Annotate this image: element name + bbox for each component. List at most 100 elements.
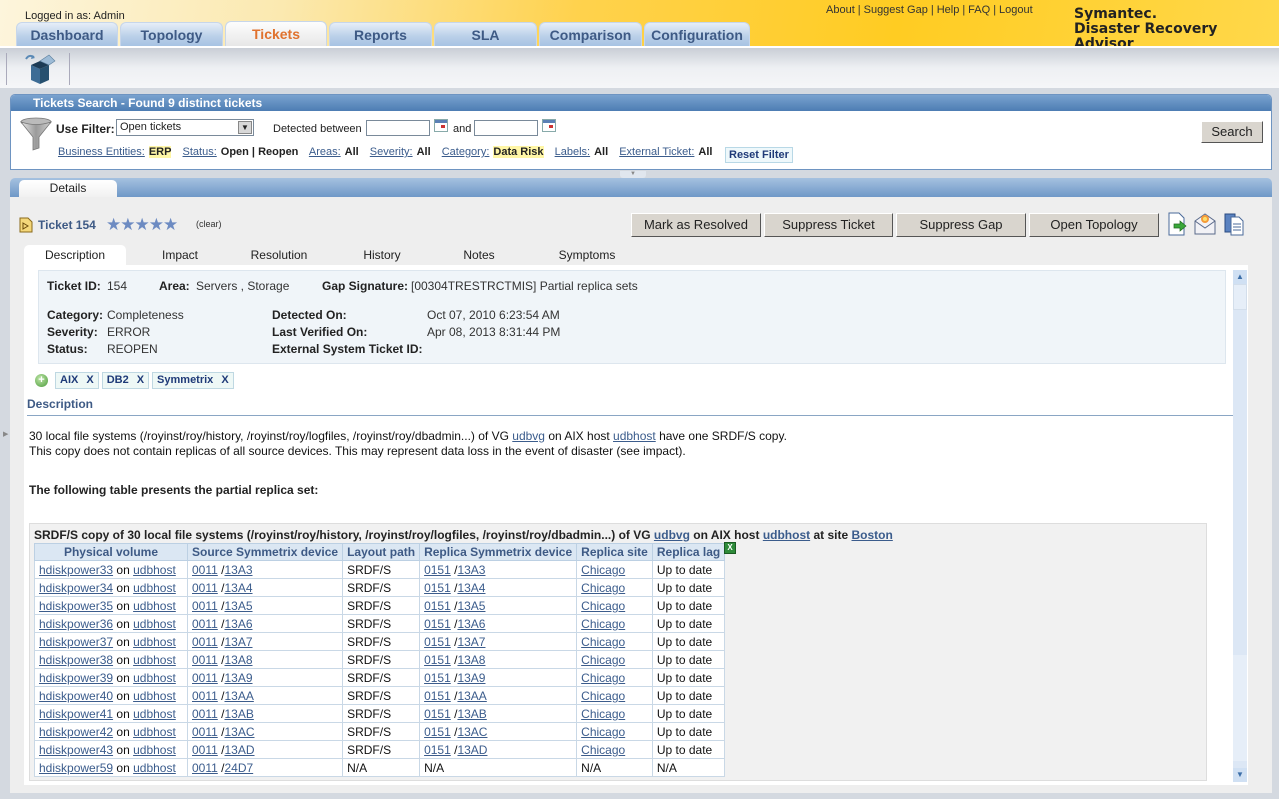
chevron-down-icon[interactable]: ▼ — [238, 121, 252, 134]
star-icon[interactable]: ★ — [163, 215, 178, 234]
replica-symmetrix-link[interactable]: 0151 — [424, 617, 451, 631]
replica-site-link[interactable]: Chicago — [581, 635, 625, 649]
help-link[interactable]: Help — [937, 4, 960, 16]
replica-site-link[interactable]: Chicago — [581, 725, 625, 739]
replica-site-link[interactable]: Chicago — [581, 743, 625, 757]
tab-configuration[interactable]: Configuration — [644, 22, 750, 46]
source-symmetrix-link[interactable]: 0011 — [192, 635, 218, 649]
scroll-down-icon[interactable]: ▼ — [1233, 768, 1247, 782]
filter-select[interactable]: Open tickets ▼ — [116, 119, 254, 136]
areas-link[interactable]: Areas: — [309, 146, 341, 158]
open-box-icon[interactable] — [22, 53, 58, 85]
replica-symmetrix-link[interactable]: 0151 — [424, 653, 451, 667]
subtab-resolution[interactable]: Resolution — [234, 245, 324, 265]
star-icon[interactable]: ★ — [149, 215, 164, 234]
replica-symmetrix-link[interactable]: 0151 — [424, 707, 451, 721]
calendar-icon[interactable] — [434, 119, 448, 132]
host-link[interactable]: udbhost — [133, 563, 176, 577]
replica-device-link[interactable]: 13A3 — [457, 563, 485, 577]
host-link[interactable]: udbhost — [133, 617, 176, 631]
physical-volume-link[interactable]: hdiskpower39 — [39, 671, 113, 685]
export-icon[interactable] — [1166, 212, 1188, 236]
replica-device-link[interactable]: 13A6 — [457, 617, 485, 631]
subtab-impact[interactable]: Impact — [140, 245, 220, 265]
suggest-gap-link[interactable]: Suggest Gap — [864, 4, 928, 16]
star-icon[interactable]: ★ — [106, 215, 121, 234]
collapse-search-handle[interactable]: ▼ — [620, 171, 646, 178]
physical-volume-link[interactable]: hdiskpower37 — [39, 635, 113, 649]
source-device-link[interactable]: 24D7 — [224, 761, 253, 775]
add-tag-icon[interactable]: + — [35, 374, 48, 387]
date-from-input[interactable] — [366, 120, 430, 136]
search-button[interactable]: Search — [1201, 121, 1263, 143]
replica-symmetrix-link[interactable]: 0151 — [424, 581, 451, 595]
reset-filter-button[interactable]: Reset Filter — [725, 147, 793, 163]
remove-tag-icon[interactable]: X — [86, 374, 93, 386]
scroll-up-icon[interactable]: ▲ — [1233, 270, 1247, 284]
source-device-link[interactable]: 13A9 — [224, 671, 252, 685]
source-symmetrix-link[interactable]: 0011 — [192, 671, 218, 685]
replica-site-link[interactable]: Chicago — [581, 599, 625, 613]
email-icon[interactable] — [1194, 212, 1216, 236]
vg-link[interactable]: udbvg — [512, 429, 545, 443]
tab-topology[interactable]: Topology — [120, 22, 223, 46]
tab-sla[interactable]: SLA — [434, 22, 537, 46]
source-symmetrix-link[interactable]: 0011 — [192, 689, 218, 703]
source-device-link[interactable]: 13AC — [224, 725, 254, 739]
suppress-ticket-button[interactable]: Suppress Ticket — [764, 213, 893, 237]
star-icon[interactable]: ★ — [135, 215, 150, 234]
labels-link[interactable]: Labels: — [555, 146, 590, 158]
replica-site-link[interactable]: Chicago — [581, 707, 625, 721]
replica-device-link[interactable]: 13AB — [457, 707, 486, 721]
subtab-notes[interactable]: Notes — [444, 245, 514, 265]
source-symmetrix-link[interactable]: 0011 — [192, 725, 218, 739]
calendar-icon[interactable] — [542, 119, 556, 132]
replica-device-link[interactable]: 13A5 — [457, 599, 485, 613]
tab-tickets[interactable]: Tickets — [225, 21, 327, 47]
replica-site-link[interactable]: Chicago — [581, 671, 625, 685]
replica-device-link[interactable]: 13AA — [457, 689, 486, 703]
remove-tag-icon[interactable]: X — [137, 374, 144, 386]
replica-device-link[interactable]: 13AD — [457, 743, 487, 757]
tab-details[interactable]: Details — [19, 180, 117, 197]
replica-symmetrix-link[interactable]: 0151 — [424, 671, 451, 685]
source-device-link[interactable]: 13A8 — [224, 653, 252, 667]
vertical-scrollbar[interactable]: ▲ ▼ — [1233, 270, 1247, 782]
date-to-input[interactable] — [474, 120, 538, 136]
replica-symmetrix-link[interactable]: 0151 — [424, 725, 451, 739]
physical-volume-link[interactable]: hdiskpower43 — [39, 743, 113, 757]
vg-link[interactable]: udbvg — [654, 528, 690, 542]
tab-dashboard[interactable]: Dashboard — [16, 22, 118, 46]
replica-symmetrix-link[interactable]: 0151 — [424, 689, 451, 703]
subtab-history[interactable]: History — [342, 245, 422, 265]
replica-device-link[interactable]: 13AC — [457, 725, 487, 739]
source-device-link[interactable]: 13A3 — [224, 563, 252, 577]
source-symmetrix-link[interactable]: 0011 — [192, 581, 218, 595]
host-link[interactable]: udbhost — [133, 581, 176, 595]
about-link[interactable]: About — [826, 4, 855, 16]
source-symmetrix-link[interactable]: 0011 — [192, 743, 218, 757]
subtab-symptoms[interactable]: Symptoms — [542, 245, 632, 265]
physical-volume-link[interactable]: hdiskpower36 — [39, 617, 113, 631]
open-topology-button[interactable]: Open Topology — [1029, 213, 1159, 237]
replica-symmetrix-link[interactable]: 0151 — [424, 599, 451, 613]
remove-tag-icon[interactable]: X — [221, 374, 228, 386]
replica-site-link[interactable]: Chicago — [581, 581, 625, 595]
host-link[interactable]: udbhost — [133, 725, 176, 739]
replica-device-link[interactable]: 13A7 — [457, 635, 485, 649]
site-link[interactable]: Boston — [852, 528, 893, 542]
faq-link[interactable]: FAQ — [968, 4, 990, 16]
source-device-link[interactable]: 13AB — [224, 707, 253, 721]
external-ticket-link[interactable]: External Ticket: — [619, 146, 694, 158]
physical-volume-link[interactable]: hdiskpower35 — [39, 599, 113, 613]
scrollbar-track[interactable] — [1233, 655, 1247, 761]
host-link[interactable]: udbhost — [133, 599, 176, 613]
source-symmetrix-link[interactable]: 0011 — [192, 563, 218, 577]
category-link[interactable]: Category: — [442, 146, 490, 158]
replica-site-link[interactable]: Chicago — [581, 653, 625, 667]
tab-comparison[interactable]: Comparison — [539, 22, 642, 46]
physical-volume-link[interactable]: hdiskpower42 — [39, 725, 113, 739]
source-device-link[interactable]: 13AA — [224, 689, 253, 703]
source-device-link[interactable]: 13AD — [224, 743, 254, 757]
logout-link[interactable]: Logout — [999, 4, 1033, 16]
